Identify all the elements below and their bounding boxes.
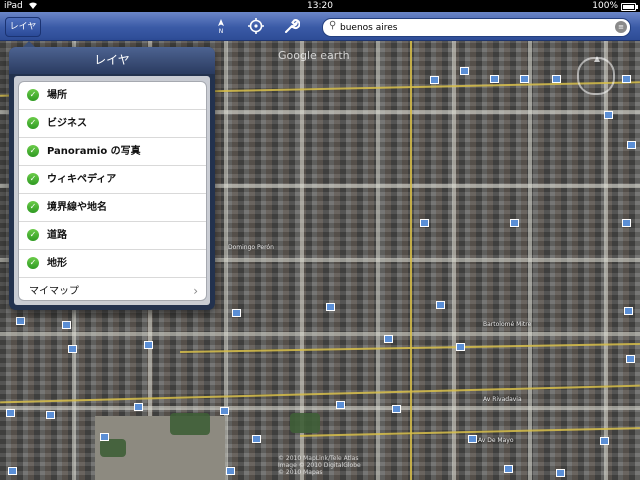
place-marker-icon[interactable] [16,317,25,325]
my-maps-row[interactable]: マイマップ › [19,278,206,300]
place-marker-icon[interactable] [600,437,609,445]
layer-row-places[interactable]: ✓ 場所 [19,82,206,110]
place-marker-icon[interactable] [252,435,261,443]
place-marker-icon[interactable] [326,303,335,311]
road [410,41,412,480]
layers-button[interactable]: レイヤ [5,17,41,37]
street-label: Av Rivadavia [483,396,522,403]
layer-label: 地形 [47,258,67,269]
place-marker-icon[interactable] [468,435,477,443]
place-marker-icon[interactable] [510,219,519,227]
place-marker-icon[interactable] [626,355,635,363]
checkmark-icon[interactable]: ✓ [27,117,39,129]
layer-label: Panoramio の写真 [47,146,141,157]
chevron-right-icon: › [193,284,198,298]
compass-north-pointer [594,56,600,62]
checkmark-icon[interactable]: ✓ [27,173,39,185]
search-field[interactable]: ⚲ ≡ [322,18,631,37]
checkmark-icon[interactable]: ✓ [27,201,39,213]
layer-row-wikipedia[interactable]: ✓ ウィキペディア [19,166,206,194]
layer-list: ✓ 場所 ✓ ビジネス ✓ Panoramio の写真 ✓ ウィキペディア ✓ … [18,81,207,301]
place-marker-icon[interactable] [134,403,143,411]
place-marker-icon[interactable] [100,433,109,441]
place-marker-icon[interactable] [62,321,71,329]
place-marker-icon[interactable] [8,467,17,475]
search-input[interactable] [340,19,610,36]
place-marker-icon[interactable] [624,307,633,315]
magnifier-icon: ⚲ [329,20,337,31]
road [0,384,640,404]
checkmark-icon[interactable]: ✓ [27,229,39,241]
place-marker-icon[interactable] [490,75,499,83]
crosshair-icon[interactable] [247,17,265,35]
place-marker-icon[interactable] [604,111,613,119]
checkmark-icon[interactable]: ✓ [27,89,39,101]
place-marker-icon[interactable] [627,141,636,149]
place-marker-icon[interactable] [622,75,631,83]
credit-line: © 2010 MapLink/Tele Atlas [278,455,359,462]
layer-label: ウィキペディア [47,174,117,185]
status-bar: iPad 13:20 100% [0,0,640,12]
place-marker-icon[interactable] [420,219,429,227]
street-label: Av De Mayo [478,437,514,444]
battery-fill [623,5,634,9]
popover-panel: ✓ 場所 ✓ ビジネス ✓ Panoramio の写真 ✓ ウィキペディア ✓ … [14,76,210,305]
place-marker-icon[interactable] [556,469,565,477]
street-label: Bartolomé Mitre [483,321,532,328]
place-marker-icon[interactable] [68,345,77,353]
layer-label: 道路 [47,230,67,241]
place-marker-icon[interactable] [456,343,465,351]
my-maps-label: マイマップ [29,286,79,297]
navigation-compass-icon[interactable] [577,56,615,95]
park [170,413,210,435]
popover-title: レイヤ [9,47,215,74]
layer-label: 境界線や地名 [47,202,107,213]
place-marker-icon[interactable] [384,335,393,343]
credit-line: © 2010 Mapas [278,469,323,476]
place-marker-icon[interactable] [220,407,229,415]
place-marker-icon[interactable] [226,467,235,475]
place-marker-icon[interactable] [504,465,513,473]
battery-percent: 100% [592,1,618,11]
map-credits: © 2010 MapLink/Tele Atlas Image © 2010 D… [278,455,408,476]
place-marker-icon[interactable] [336,401,345,409]
place-marker-icon[interactable] [622,219,631,227]
svg-text:N: N [219,28,224,35]
place-marker-icon[interactable] [520,75,529,83]
street-label: Domingo Perón [228,244,274,251]
battery-icon [621,3,638,11]
park [290,413,320,433]
list-icon[interactable]: ≡ [615,21,627,33]
credit-line: Image © 2010 DigitalGlobe [278,462,361,469]
place-marker-icon[interactable] [436,301,445,309]
park [100,439,126,457]
place-marker-icon[interactable] [232,309,241,317]
layer-label: 場所 [47,90,67,101]
clock: 13:20 [307,1,333,11]
layer-label: ビジネス [47,118,87,129]
place-marker-icon[interactable] [144,341,153,349]
place-marker-icon[interactable] [6,409,15,417]
place-marker-icon[interactable] [392,405,401,413]
toolbar: レイヤ N ⚲ ≡ [0,12,640,41]
google-earth-watermark: Google earth [278,49,350,62]
place-marker-icon[interactable] [460,67,469,75]
place-marker-icon[interactable] [552,75,561,83]
layer-row-business[interactable]: ✓ ビジネス [19,110,206,138]
layer-row-panoramio[interactable]: ✓ Panoramio の写真 [19,138,206,166]
north-arrow-icon[interactable]: N [212,17,230,35]
layer-row-roads[interactable]: ✓ 道路 [19,222,206,250]
layer-row-terrain[interactable]: ✓ 地形 [19,250,206,278]
layer-row-borders[interactable]: ✓ 境界線や地名 [19,194,206,222]
checkmark-icon[interactable]: ✓ [27,145,39,157]
place-marker-icon[interactable] [46,411,55,419]
layers-popover: レイヤ ✓ 場所 ✓ ビジネス ✓ Panoramio の写真 ✓ ウィキペディ… [9,41,215,310]
checkmark-icon[interactable]: ✓ [27,257,39,269]
wrench-icon[interactable] [282,17,301,35]
place-marker-icon[interactable] [430,76,439,84]
